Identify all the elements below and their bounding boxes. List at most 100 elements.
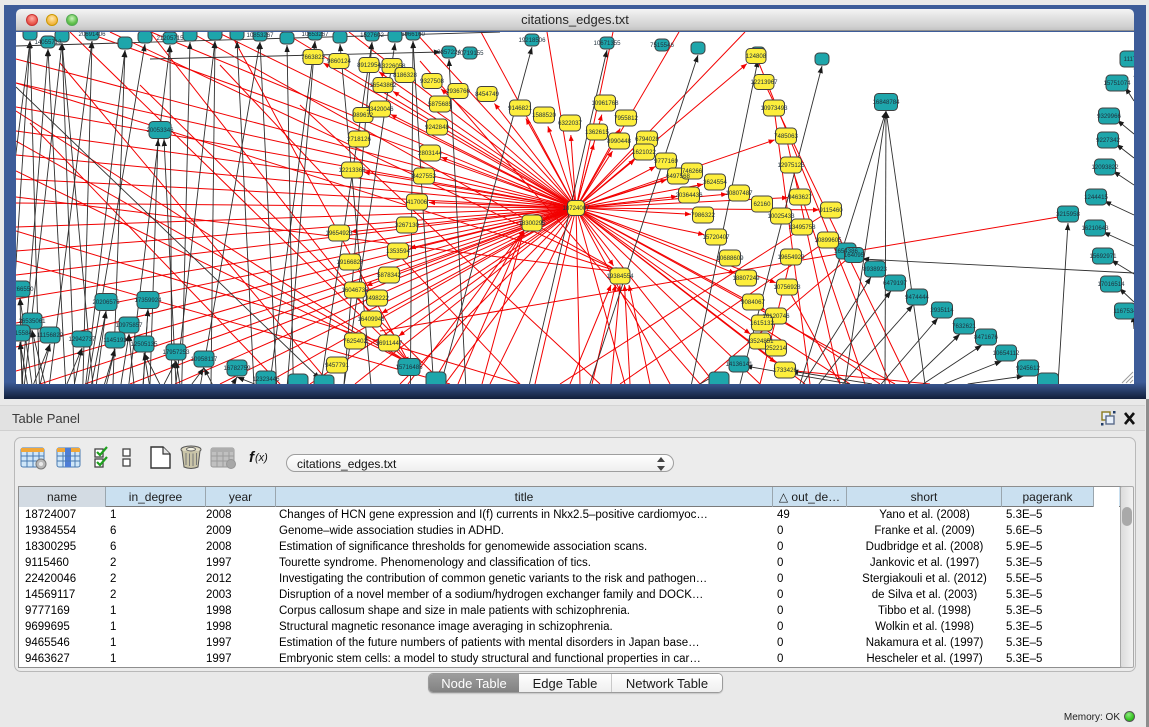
svg-text:3267130: 3267130 <box>395 222 419 229</box>
svg-text:9115460: 9115460 <box>819 207 843 214</box>
svg-text:9084067: 9084067 <box>741 299 765 306</box>
svg-text:8990448: 8990448 <box>607 138 631 145</box>
svg-text:7625402: 7625402 <box>343 338 367 345</box>
svg-text:9146821: 9146821 <box>508 105 532 112</box>
svg-text:12213369: 12213369 <box>338 167 366 174</box>
svg-text:9329966: 9329966 <box>1097 113 1121 120</box>
svg-text:7955812: 7955812 <box>614 115 638 122</box>
svg-text:10961768: 10961768 <box>591 100 619 107</box>
svg-text:2718126: 2718126 <box>347 136 371 143</box>
svg-text:10899605: 10899605 <box>814 237 842 244</box>
svg-text:21205715: 21205715 <box>156 35 184 42</box>
svg-text:1362615: 1362615 <box>585 129 609 136</box>
svg-text:7485063: 7485063 <box>774 133 798 140</box>
svg-text:7663822: 7663822 <box>301 54 325 61</box>
svg-text:3624554: 3624554 <box>703 179 727 186</box>
svg-text:1588520: 1588520 <box>532 112 556 119</box>
svg-text:746266: 746266 <box>682 168 703 175</box>
svg-text:23420046: 23420046 <box>366 106 394 113</box>
svg-text:15692971: 15692971 <box>1089 253 1117 260</box>
svg-text:6794028: 6794028 <box>635 136 659 143</box>
svg-text:8471676: 8471676 <box>974 334 998 341</box>
svg-text:1615132: 1615132 <box>750 320 774 327</box>
svg-text:20364436: 20364436 <box>675 192 703 199</box>
svg-text:19384554: 19384554 <box>606 273 634 280</box>
svg-text:3215958: 3215958 <box>1056 211 1080 218</box>
svg-text:14136141: 14136141 <box>725 361 753 368</box>
svg-text:10853267: 10853267 <box>246 32 274 39</box>
svg-text:5875685: 5875685 <box>428 101 452 108</box>
svg-text:6966160: 6966160 <box>401 32 425 38</box>
svg-text:16120746: 16120746 <box>762 313 790 320</box>
svg-text:12975125: 12975125 <box>777 162 805 169</box>
svg-text:3498222: 3498222 <box>365 295 389 302</box>
svg-text:2803144: 2803144 <box>418 150 442 157</box>
svg-text:16210643: 16210643 <box>1081 225 1109 232</box>
svg-text:19654923: 19654923 <box>777 254 805 261</box>
svg-text:20053346: 20053346 <box>146 127 174 134</box>
svg-text:1244415: 1244415 <box>1084 194 1108 201</box>
svg-text:1167534: 1167534 <box>1113 308 1134 315</box>
svg-text:62160: 62160 <box>754 201 772 208</box>
svg-text:18300295: 18300295 <box>518 220 546 227</box>
svg-text:16782759: 16782759 <box>223 365 251 372</box>
svg-text:9245612: 9245612 <box>1016 365 1040 372</box>
svg-text:124808: 124808 <box>746 53 767 60</box>
svg-text:17016514: 17016514 <box>1097 281 1125 288</box>
svg-text:8186328: 8186328 <box>393 72 417 79</box>
svg-text:(x): (x) <box>255 452 268 464</box>
svg-text:9242848: 9242848 <box>425 124 449 131</box>
svg-text:18807249: 18807249 <box>732 275 760 282</box>
svg-text:10958117: 10958117 <box>191 356 218 363</box>
svg-text:16409948: 16409948 <box>357 316 385 323</box>
svg-text:1353594: 1353594 <box>386 248 410 255</box>
svg-text:1733426: 1733426 <box>773 367 797 374</box>
svg-text:16848784: 16848784 <box>872 99 900 106</box>
svg-text:10973493: 10973493 <box>760 105 788 112</box>
svg-text:417006: 417006 <box>407 199 428 206</box>
svg-text:10688609: 10688609 <box>716 255 744 262</box>
svg-text:14055713: 14055713 <box>34 39 62 46</box>
svg-text:9327508: 9327508 <box>420 78 444 85</box>
svg-text:10756928: 10756928 <box>773 284 801 291</box>
svg-text:19166827: 19166827 <box>336 259 364 266</box>
svg-text:9227342: 9227342 <box>1096 137 1120 144</box>
svg-text:7632621: 7632621 <box>952 323 976 330</box>
svg-text:1621022: 1621022 <box>632 149 656 156</box>
svg-text:12213967: 12213967 <box>750 79 778 86</box>
svg-text:252214: 252214 <box>766 345 787 352</box>
svg-text:10807487: 10807487 <box>725 190 753 197</box>
svg-text:12323446: 12323446 <box>252 376 280 383</box>
svg-text:10654112: 10654112 <box>993 350 1020 357</box>
svg-text:12505135: 12505135 <box>130 341 158 348</box>
svg-text:5878342: 5878342 <box>377 272 401 279</box>
svg-text:10025433: 10025433 <box>767 213 795 220</box>
svg-text:20206576: 20206576 <box>92 299 120 306</box>
svg-text:12942737: 12942737 <box>68 336 96 343</box>
svg-text:10719155: 10719155 <box>456 50 484 57</box>
svg-text:7515546: 7515546 <box>650 42 674 49</box>
svg-text:11156829: 11156829 <box>37 332 64 339</box>
svg-text:20691406: 20691406 <box>78 32 106 38</box>
svg-text:8427552: 8427552 <box>412 173 436 180</box>
svg-text:2935114: 2935114 <box>930 307 954 314</box>
svg-text:10671355: 10671355 <box>593 40 621 47</box>
svg-text:13226058: 13226058 <box>378 63 406 70</box>
svg-text:8938923: 8938923 <box>863 266 887 273</box>
svg-text:7986322: 7986322 <box>691 212 715 219</box>
svg-text:1527602: 1527602 <box>360 32 384 39</box>
svg-text:16543862: 16543862 <box>369 82 397 89</box>
svg-text:17957253: 17957253 <box>162 349 190 356</box>
svg-text:9474444: 9474444 <box>905 294 929 301</box>
svg-text:15716485: 15716485 <box>395 364 423 371</box>
svg-text:12093822: 12093822 <box>1091 164 1119 171</box>
svg-text:9457791: 9457791 <box>325 362 349 369</box>
svg-text:8454749: 8454749 <box>475 91 499 98</box>
svg-text:17359924: 17359924 <box>134 297 162 304</box>
svg-text:16911447: 16911447 <box>376 340 403 347</box>
svg-text:18724007: 18724007 <box>562 205 590 212</box>
svg-text:19218506: 19218506 <box>518 37 546 44</box>
svg-text:10653267: 10653267 <box>301 32 329 38</box>
svg-text:1117: 1117 <box>1124 56 1134 63</box>
svg-text:19654923: 19654923 <box>325 230 353 237</box>
